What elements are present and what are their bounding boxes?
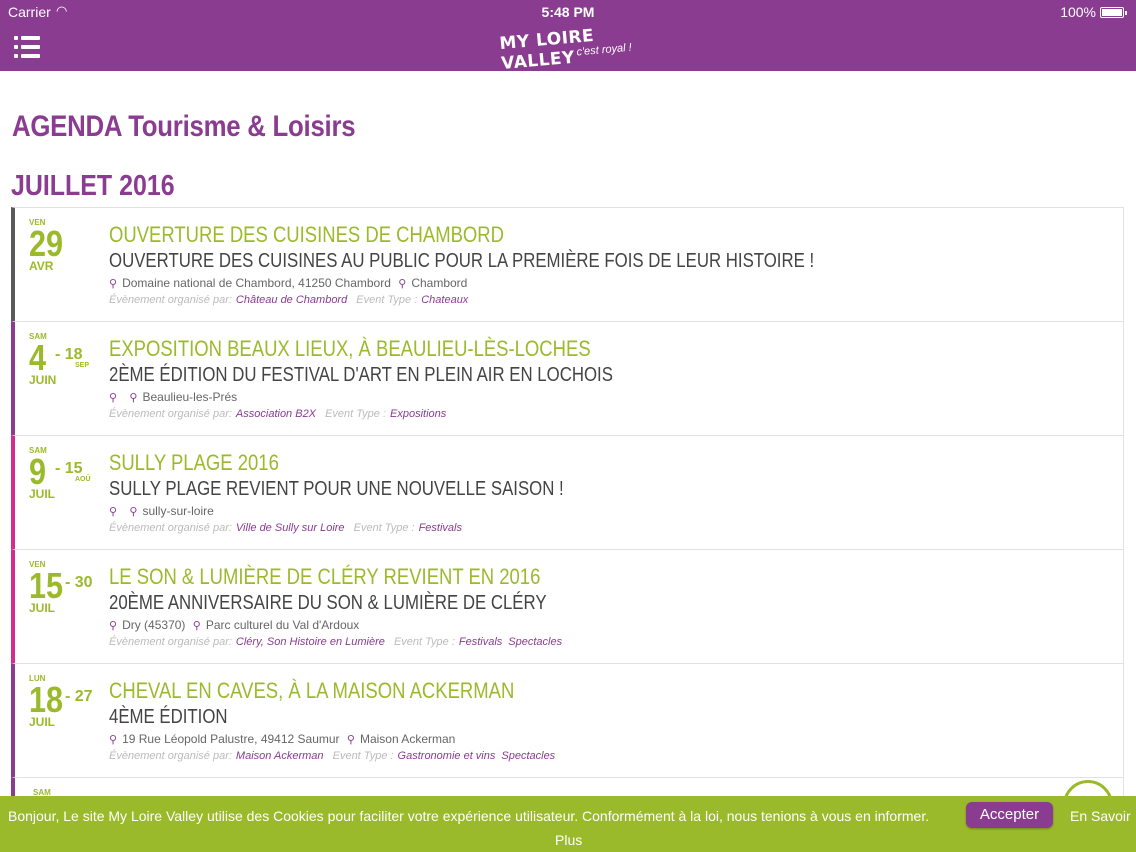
type-link[interactable]: Spectacles	[508, 636, 562, 648]
type-label: Event Type :	[393, 636, 455, 648]
event-subtitle: 20ÈME ANNIVERSAIRE DU SON & LUMIÈRE DE C…	[109, 592, 547, 614]
battery-icon	[1100, 6, 1127, 18]
event-card[interactable]: VEN 15 - 30 JUIL LE SON & LUMIÈRE DE CLÉ…	[11, 549, 1124, 664]
type-label: Event Type :	[353, 522, 415, 534]
event-location: ⚲ ⚲ sully-sur-loire	[109, 503, 1113, 520]
map-pin-icon: ⚲	[109, 734, 118, 746]
event-end-month: SEP	[75, 362, 90, 369]
organizer-link[interactable]: Maison Ackerman	[236, 750, 324, 762]
map-pin-icon: ⚲	[129, 392, 138, 404]
clock: 5:48 PM	[541, 4, 595, 20]
type-link[interactable]: Festivals	[419, 522, 462, 534]
event-day: 18	[29, 679, 64, 720]
event-location: ⚲ Dry (45370) ⚲ Parc culturel du Val d'Ard…	[109, 617, 1113, 634]
month-heading: JUILLET 2016	[11, 170, 175, 202]
organizer-label: Évènement organisé par:	[109, 636, 232, 648]
learn-more-link[interactable]: En Savoir	[1070, 808, 1131, 824]
map-pin-icon: ⚲	[346, 734, 355, 746]
type-link[interactable]: Gastronomie et vins	[398, 750, 496, 762]
cookie-message: Bonjour, Le site My Loire Valley utilise…	[8, 808, 930, 824]
event-card[interactable]: SAM 4 - 18 SEP JUIN EXPOSITION BEAUX LIE…	[11, 321, 1124, 436]
event-meta: Évènement organisé par: Maison Ackerman E…	[109, 748, 1113, 764]
event-date: SAM 4 - 18 SEP JUIN	[29, 332, 109, 387]
event-location: ⚲ ⚲ Beaulieu-les-Prés	[109, 389, 1113, 406]
organizer-link[interactable]: Château de Chambord	[236, 294, 347, 306]
event-place: Chambord	[411, 276, 468, 290]
event-day: 15	[29, 565, 64, 606]
status-bar: Carrier ◠ 5:48 PM 100%	[0, 0, 1136, 24]
type-label: Event Type :	[325, 408, 387, 420]
page-title: AGENDA Tourisme & Loisirs	[12, 110, 356, 143]
organizer-link[interactable]: Ville de Sully sur Loire	[236, 522, 345, 534]
event-end-day: - 30	[65, 574, 93, 591]
event-subtitle: 2ÈME ÉDITION DU FESTIVAL D'ART EN PLEIN …	[109, 364, 613, 386]
app: Carrier ◠ 5:48 PM 100% MY LOIRE VALLEY c…	[0, 0, 1136, 852]
map-pin-icon: ⚲	[192, 620, 201, 632]
event-address: Domaine national de Chambord, 41250 Cham…	[122, 276, 391, 290]
type-link[interactable]: Chateaux	[421, 294, 468, 306]
type-link[interactable]: Festivals	[459, 636, 502, 648]
event-end-day: - 27	[65, 688, 93, 705]
event-date: SAM 9 - 15 AOÛ JUIL	[29, 446, 109, 501]
event-card[interactable]: SAM 9 - 15 AOÛ JUIL SULLY PLAGE 2016 SUL…	[11, 435, 1124, 550]
event-day: 9	[29, 451, 47, 492]
event-location: ⚲ Domaine national de Chambord, 41250 Cha…	[109, 275, 1113, 292]
event-place: Maison Ackerman	[359, 732, 456, 746]
event-subtitle: OUVERTURE DES CUISINES AU PUBLIC POUR LA…	[109, 250, 815, 272]
event-meta: Évènement organisé par: Ville de Sully su…	[109, 520, 1113, 536]
event-address: 19 Rue Léopold Palustre, 49412 Saumur	[122, 732, 340, 746]
map-pin-icon: ⚲	[109, 620, 118, 632]
event-meta: Évènement organisé par: Association B2X E…	[109, 406, 1113, 422]
map-pin-icon: ⚲	[109, 392, 118, 404]
event-date: VEN 29 AVR	[29, 218, 109, 273]
event-subtitle: 4ÈME ÉDITION	[109, 706, 228, 728]
event-end-month: AOÛ	[75, 476, 91, 483]
event-day: 29	[29, 223, 64, 264]
type-link[interactable]: Expositions	[390, 408, 446, 420]
organizer-label: Évènement organisé par:	[109, 408, 232, 420]
organizer-link[interactable]: Cléry, Son Histoire en Lumière	[236, 636, 385, 648]
event-place: Beaulieu-les-Prés	[142, 390, 238, 404]
learn-more-link-continued[interactable]: Plus	[555, 832, 582, 848]
battery-percent: 100%	[1060, 4, 1096, 20]
organizer-label: Évènement organisé par:	[109, 294, 232, 306]
map-pin-icon: ⚲	[398, 278, 407, 290]
logo[interactable]: MY LOIRE VALLEY c'est royal !	[499, 22, 642, 74]
map-pin-icon: ⚲	[129, 506, 138, 518]
accept-cookies-button[interactable]: Accepter	[966, 802, 1053, 828]
event-title[interactable]: LE SON & LUMIÈRE DE CLÉRY REVIENT EN 201…	[109, 564, 952, 590]
type-label: Event Type :	[332, 750, 394, 762]
event-title[interactable]: EXPOSITION BEAUX LIEUX, À BEAULIEU-LÈS-L…	[109, 336, 952, 362]
event-place: sully-sur-loire	[142, 504, 214, 518]
event-title[interactable]: SULLY PLAGE 2016	[109, 450, 952, 476]
event-title[interactable]: CHEVAL EN CAVES, À LA MAISON ACKERMAN	[109, 678, 952, 704]
event-place: Parc culturel du Val d'Ardoux	[205, 618, 360, 632]
event-address: Dry (45370)	[122, 618, 186, 632]
type-label: Event Type :	[356, 294, 418, 306]
event-list: VEN 29 AVR OUVERTURE DES CUISINES DE CHA…	[11, 207, 1124, 817]
event-location: ⚲ 19 Rue Léopold Palustre, 49412 Saumur ⚲…	[109, 731, 1113, 748]
battery-indicator: 100%	[1060, 4, 1127, 20]
organizer-label: Évènement organisé par:	[109, 750, 232, 762]
event-day: 4	[29, 337, 47, 378]
map-pin-icon: ⚲	[109, 278, 118, 290]
event-date: VEN 15 - 30 JUIL	[29, 560, 109, 615]
header-bar: Carrier ◠ 5:48 PM 100% MY LOIRE VALLEY c…	[0, 0, 1136, 74]
event-card[interactable]: LUN 18 - 27 JUIL CHEVAL EN CAVES, À LA M…	[11, 663, 1124, 778]
event-date: LUN 18 - 27 JUIL	[29, 674, 109, 729]
event-meta: Évènement organisé par: Château de Chambo…	[109, 292, 1113, 308]
menu-icon[interactable]	[14, 36, 40, 58]
organizer-link[interactable]: Association B2X	[236, 408, 316, 420]
map-pin-icon: ⚲	[109, 506, 118, 518]
event-subtitle: SULLY PLAGE REVIENT POUR UNE NOUVELLE SA…	[109, 478, 564, 500]
cookie-banner: Bonjour, Le site My Loire Valley utilise…	[0, 796, 1136, 852]
event-meta: Évènement organisé par: Cléry, Son Histoi…	[109, 634, 1113, 650]
event-card[interactable]: VEN 29 AVR OUVERTURE DES CUISINES DE CHA…	[11, 207, 1124, 322]
event-title[interactable]: OUVERTURE DES CUISINES DE CHAMBORD	[109, 222, 952, 248]
organizer-label: Évènement organisé par:	[109, 522, 232, 534]
type-link[interactable]: Spectacles	[501, 750, 555, 762]
